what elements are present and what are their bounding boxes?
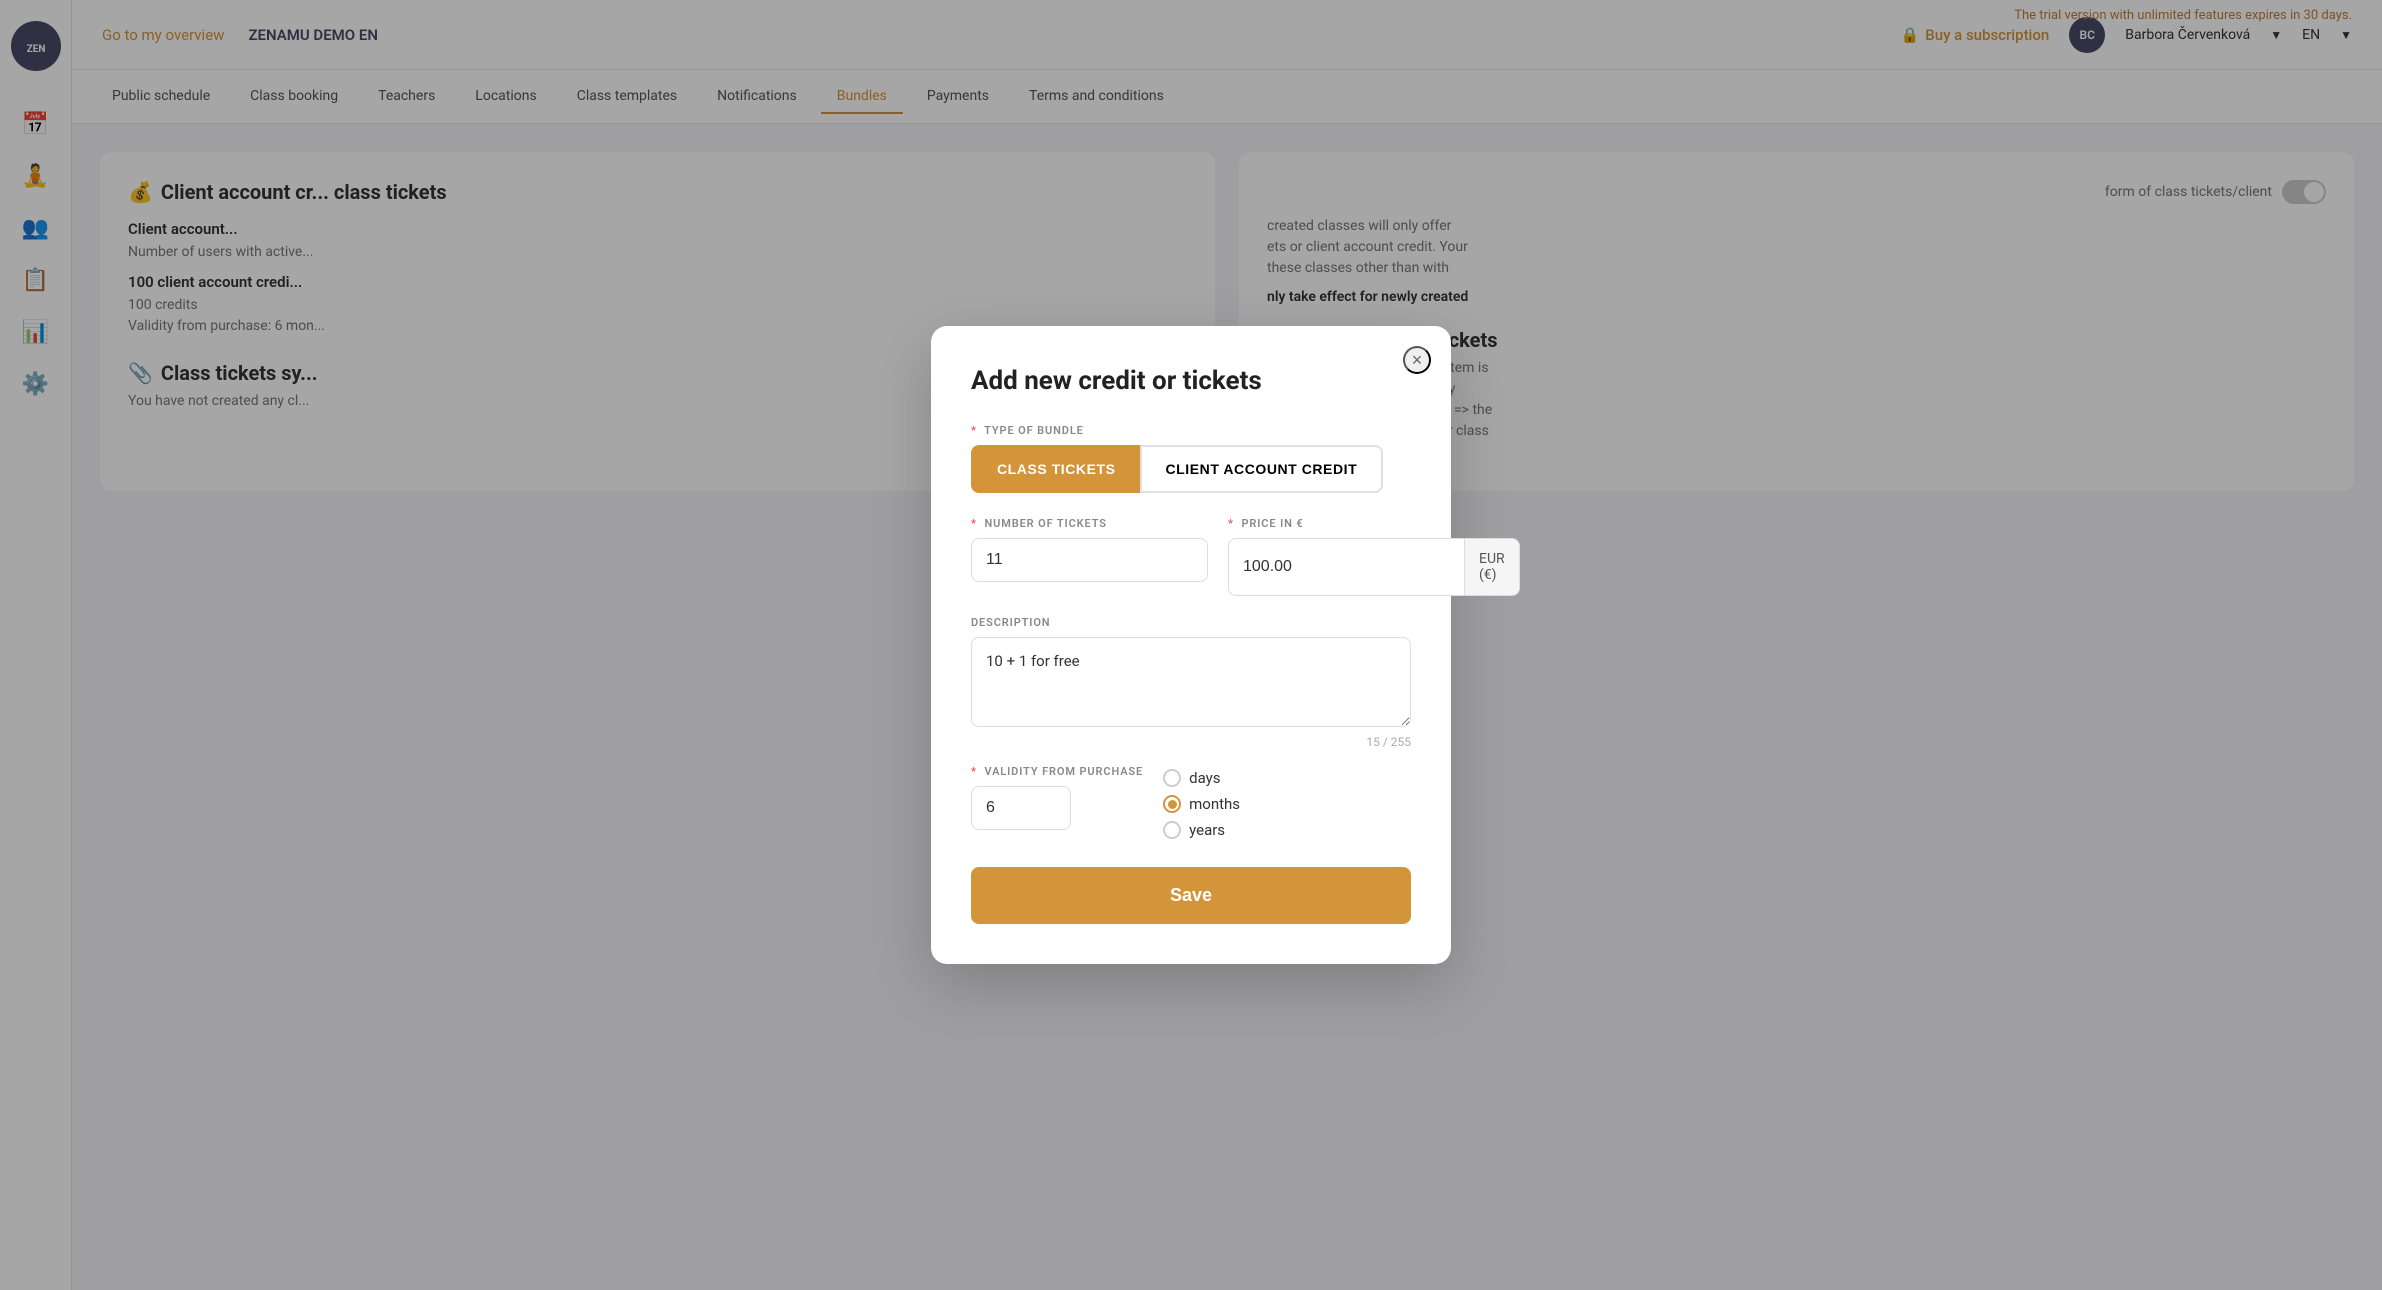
validity-input[interactable] (971, 786, 1071, 830)
radio-days-label: days (1189, 769, 1220, 787)
radio-circle-years[interactable] (1163, 821, 1181, 839)
required-star-validity: * (971, 765, 977, 778)
validity-radio-group: days months years (1163, 765, 1240, 839)
required-star-price: * (1228, 517, 1234, 530)
tickets-label: * NUMBER OF TICKETS (971, 517, 1208, 530)
char-count: 15 / 255 (971, 735, 1411, 749)
price-input[interactable] (1228, 538, 1465, 596)
price-input-row: EUR (€) (1228, 538, 1520, 596)
type-of-bundle-label: * TYPE OF BUNDLE (971, 424, 1411, 437)
validity-row: * VALIDITY FROM PURCHASE days months yea… (971, 765, 1411, 839)
validity-group: * VALIDITY FROM PURCHASE (971, 765, 1143, 830)
radio-months-label: months (1189, 795, 1240, 813)
radio-circle-days[interactable] (1163, 769, 1181, 787)
currency-badge: EUR (€) (1465, 538, 1520, 596)
description-label: DESCRIPTION (971, 616, 1411, 629)
radio-months[interactable]: months (1163, 795, 1240, 813)
modal-overlay: × Add new credit or tickets * TYPE OF BU… (0, 0, 2382, 1290)
save-button[interactable]: Save (971, 867, 1411, 924)
modal-title: Add new credit or tickets (971, 366, 1411, 396)
description-input[interactable]: 10 + 1 for free (971, 637, 1411, 727)
validity-label: * VALIDITY FROM PURCHASE (971, 765, 1143, 778)
number-of-tickets-group: * NUMBER OF TICKETS (971, 517, 1208, 596)
client-account-credit-button[interactable]: CLIENT ACCOUNT CREDIT (1140, 445, 1384, 493)
radio-days[interactable]: days (1163, 769, 1240, 787)
radio-years[interactable]: years (1163, 821, 1240, 839)
radio-circle-months[interactable] (1163, 795, 1181, 813)
required-star-tickets: * (971, 517, 977, 530)
price-group: * PRICE IN € EUR (€) (1228, 517, 1520, 596)
tickets-price-row: * NUMBER OF TICKETS * PRICE IN € EUR (€) (971, 517, 1411, 596)
number-of-tickets-input[interactable] (971, 538, 1208, 582)
required-star-type: * (971, 424, 977, 437)
bundle-type-row: CLASS TICKETS CLIENT ACCOUNT CREDIT (971, 445, 1411, 493)
radio-years-label: years (1189, 821, 1225, 839)
price-label: * PRICE IN € (1228, 517, 1520, 530)
class-tickets-button[interactable]: CLASS TICKETS (971, 445, 1140, 493)
modal: × Add new credit or tickets * TYPE OF BU… (931, 326, 1451, 964)
modal-close-button[interactable]: × (1403, 346, 1431, 374)
